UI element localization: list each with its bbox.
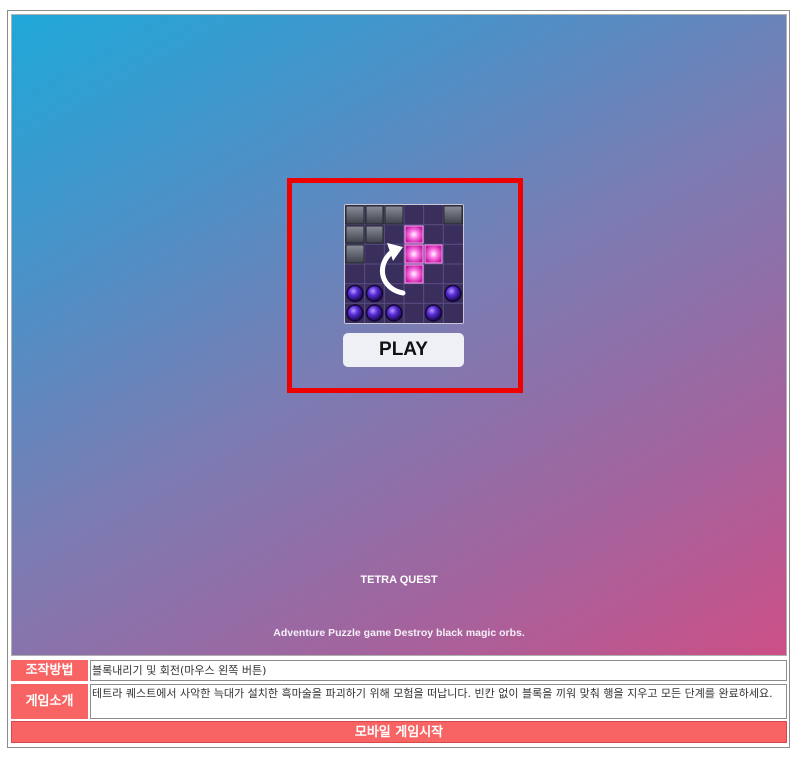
mobile-start-button[interactable]: 모바일 게임시작 (11, 721, 787, 743)
controls-value: 블록내리기 및 회전(마우스 왼쪽 버튼) (90, 660, 787, 681)
intro-label: 게임소개 (11, 684, 88, 719)
game-description: Adventure Puzzle game Destroy black magi… (273, 627, 525, 639)
controls-row: 조작방법 블록내리기 및 회전(마우스 왼쪽 버튼) (11, 660, 787, 681)
play-launcher[interactable]: PLAY (287, 178, 523, 393)
game-thumbnail[interactable] (344, 204, 464, 324)
tetris-board-image (345, 205, 463, 323)
intro-row: 게임소개 테트라 퀘스트에서 사악한 늑대가 설치한 흑마술을 파괴하기 위해 … (11, 684, 787, 719)
game-title: TETRA QUEST (360, 574, 438, 586)
play-button[interactable]: PLAY (343, 333, 464, 367)
controls-label: 조작방법 (11, 660, 88, 681)
intro-value: 테트라 퀘스트에서 사악한 늑대가 설치한 흑마술을 파괴하기 위해 모험을 떠… (90, 684, 787, 719)
game-stage[interactable]: PLAY TETRA QUEST Adventure Puzzle game D… (11, 14, 787, 656)
